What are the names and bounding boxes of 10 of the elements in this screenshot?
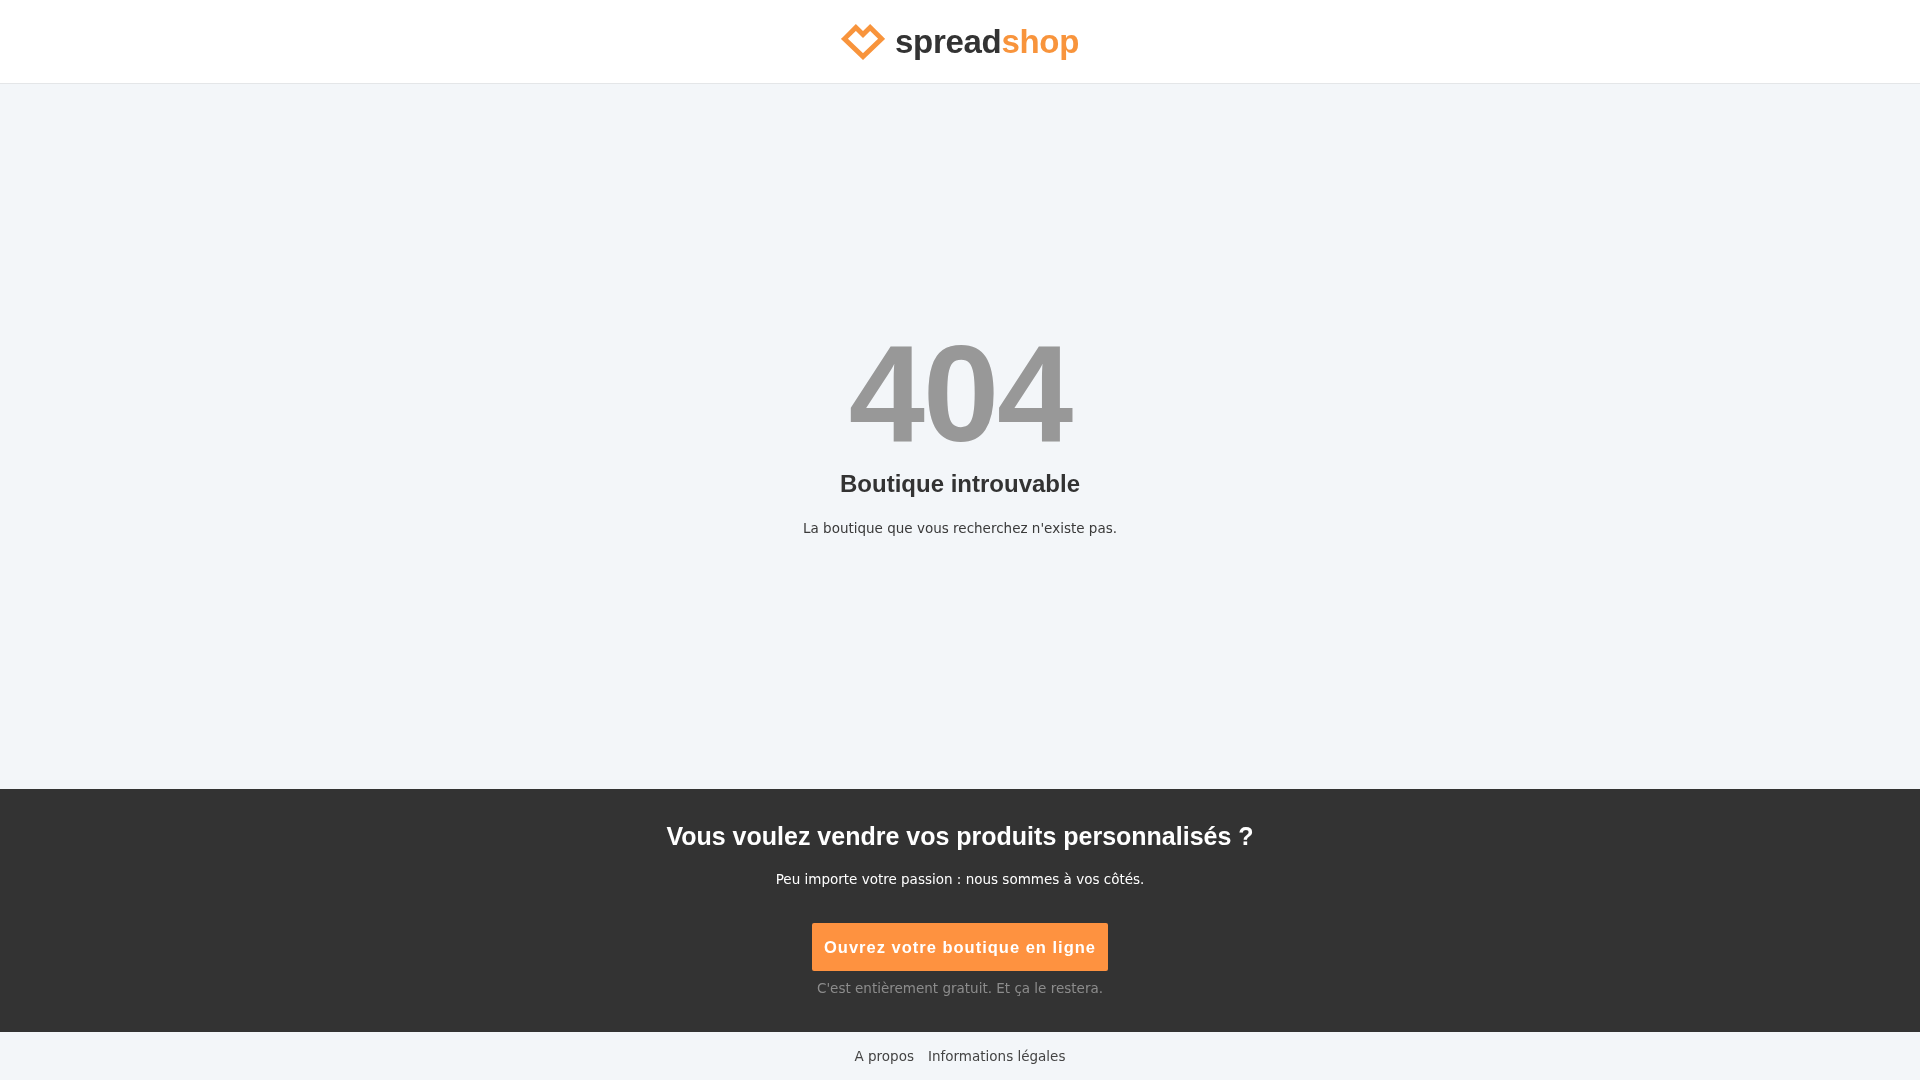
error-title: Boutique introuvable xyxy=(840,469,1080,499)
error-code: 404 xyxy=(848,325,1072,462)
logo-text: spreadshop xyxy=(894,21,1080,62)
heart-outline-icon xyxy=(840,23,885,60)
footer-link[interactable]: A propos xyxy=(854,1046,914,1066)
promo-subtitle: Peu importe votre passion : nous sommes à vos côtés. xyxy=(775,870,1145,889)
error-message: La boutique que vous recherchez n'existe pas. xyxy=(803,519,1117,538)
footer-link[interactable]: Informations légales xyxy=(928,1046,1066,1066)
promo-note: C'est entièrement gratuit. Et ça le restera. xyxy=(816,979,1104,998)
promo-title: Vous voulez vendre vos produits personnalisés ? xyxy=(666,821,1254,851)
